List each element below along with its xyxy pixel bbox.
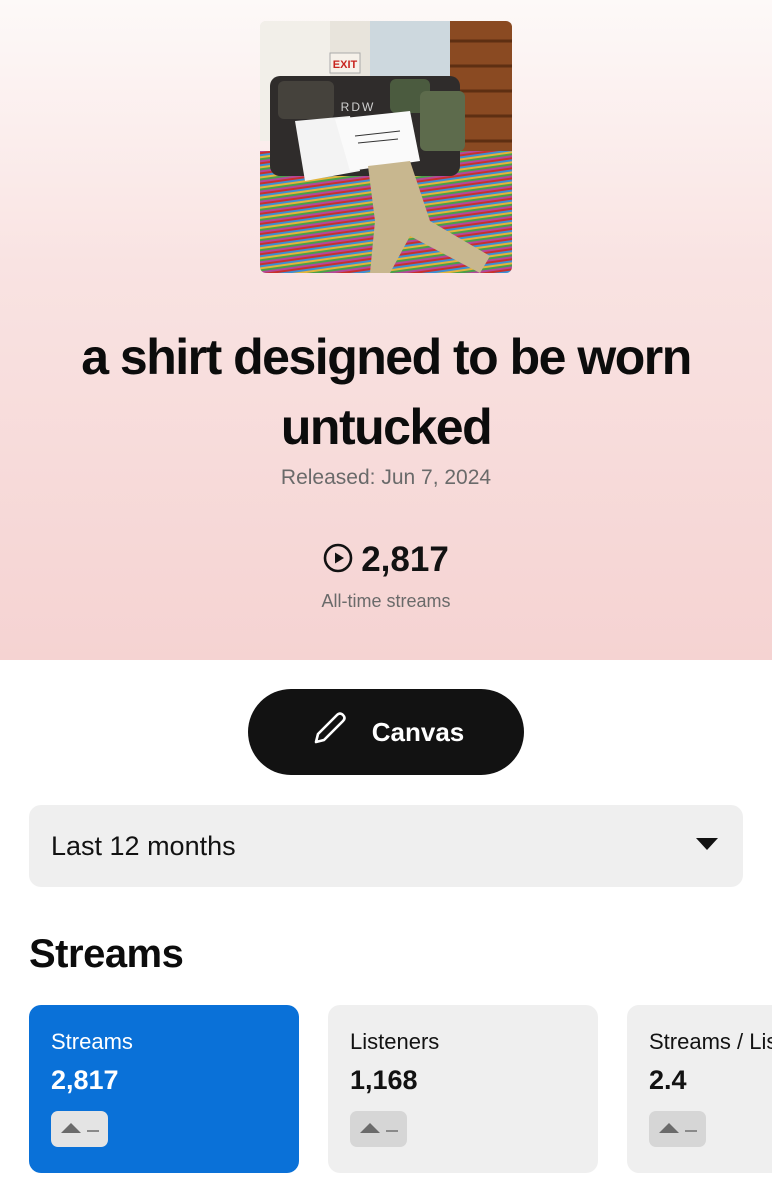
metric-card-label: Listeners — [350, 1029, 440, 1054]
streams-section-title: Streams — [29, 932, 184, 976]
metric-card-streams[interactable]: Streams 2,817 — [29, 1005, 299, 1173]
dash-icon — [684, 1120, 697, 1138]
all-time-streams-label: All-time streams — [321, 591, 451, 611]
dash-icon — [86, 1120, 99, 1138]
trend-indicator — [51, 1111, 108, 1147]
trend-indicator — [649, 1111, 706, 1147]
dash-icon — [385, 1120, 398, 1138]
metric-card-label: Streams — [51, 1029, 133, 1054]
date-range-select[interactable]: Last 12 months — [29, 805, 743, 887]
all-time-streams: 2,817 — [0, 538, 772, 582]
metric-card-value: 2.4 — [649, 1065, 687, 1095]
couch-lettering: RDW — [341, 100, 376, 114]
release-date: Released: Jun 7, 2024 — [280, 466, 492, 489]
play-circle-icon — [323, 543, 353, 578]
metric-card-value: 1,168 — [350, 1065, 418, 1095]
release-header: EXIT RDW a shirt designed to be worn unt… — [0, 0, 772, 660]
caret-down-icon — [695, 837, 719, 856]
trend-indicator — [350, 1111, 407, 1147]
exit-sign-lettering: EXIT — [333, 59, 358, 71]
release-title: a shirt designed to be worn untucked — [81, 329, 692, 455]
canvas-button-label: Canvas — [371, 716, 465, 747]
pencil-icon — [308, 708, 350, 757]
trend-up-icon — [658, 1120, 679, 1138]
date-range-value: Last 12 months — [51, 830, 236, 861]
metric-card-streams-per-listener[interactable]: Streams / Listener 2.4 — [627, 1005, 772, 1173]
all-time-streams-value: 2,817 — [361, 540, 449, 579]
trend-up-icon — [60, 1120, 81, 1138]
canvas-button[interactable]: Canvas — [248, 689, 524, 775]
cover-photo: EXIT RDW — [260, 21, 512, 273]
metric-card-listeners[interactable]: Listeners 1,168 — [328, 1005, 598, 1173]
metric-card-value: 2,817 — [51, 1065, 119, 1095]
trend-up-icon — [359, 1120, 380, 1138]
metric-card-label: Streams / Listener — [649, 1029, 772, 1054]
album-cover-art: EXIT RDW — [260, 21, 512, 273]
